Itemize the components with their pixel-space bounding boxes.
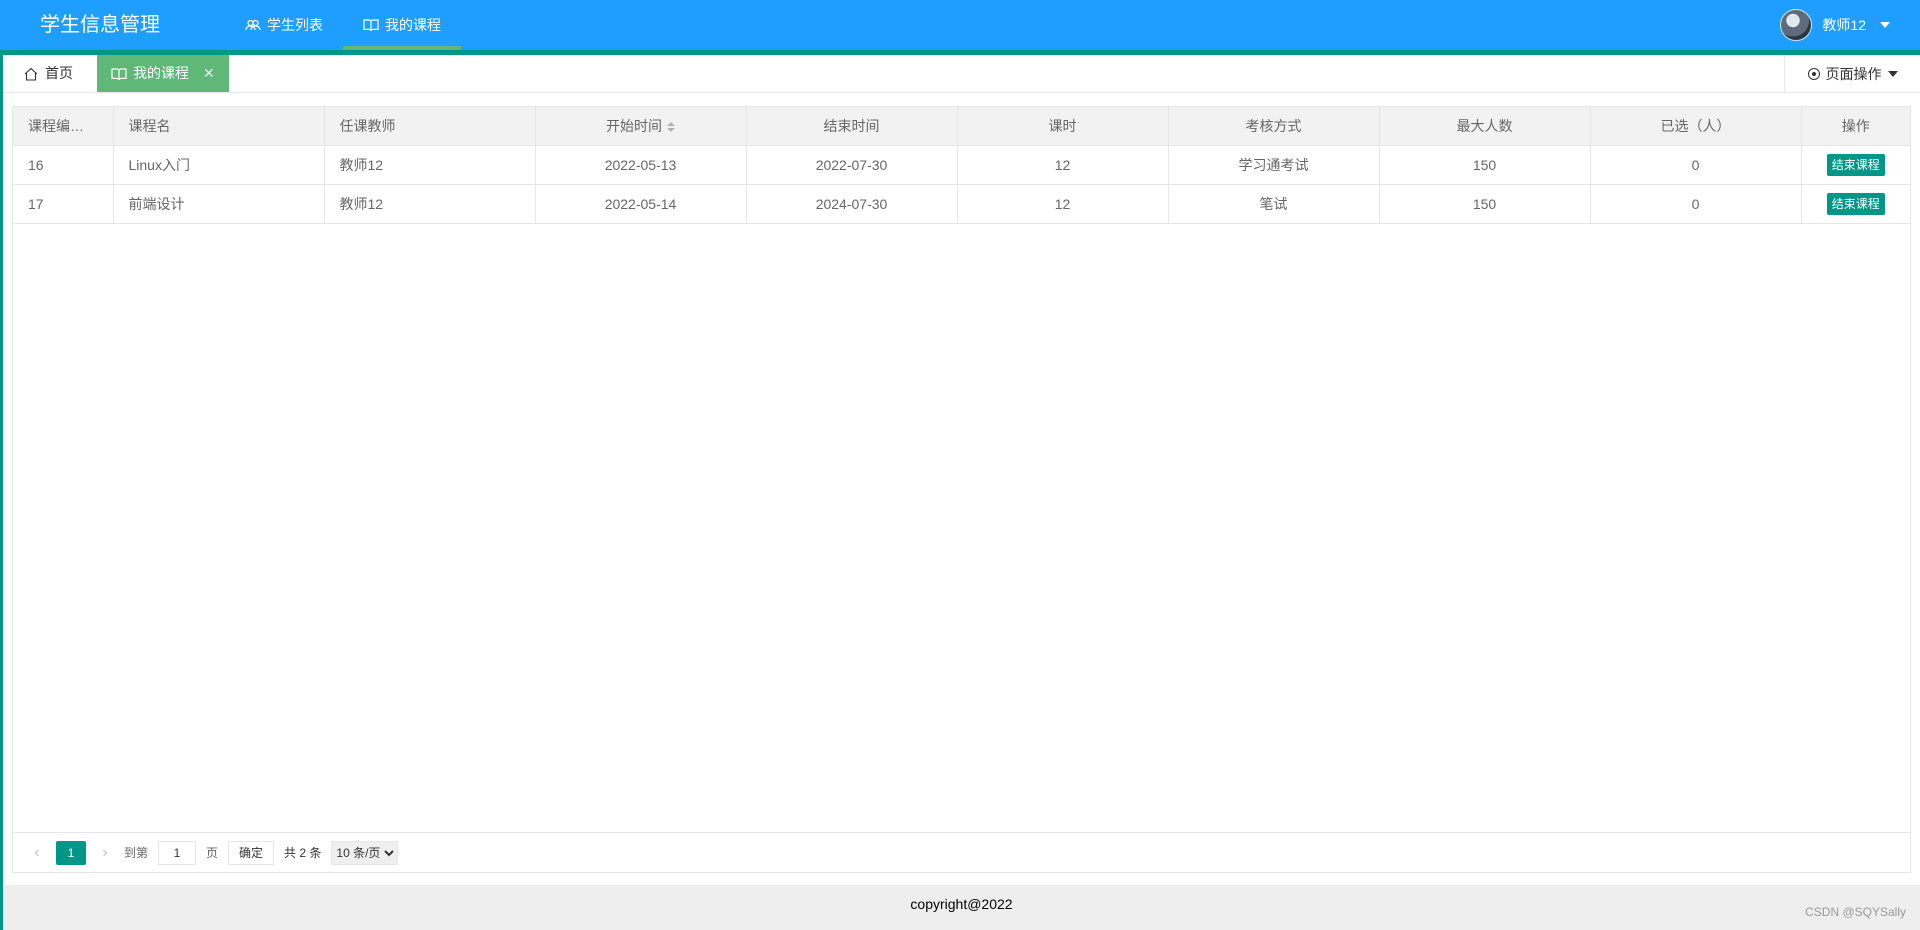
tab-home[interactable]: 首页 [3, 55, 93, 92]
page-unit-label: 页 [206, 846, 219, 860]
course-table: 课程编号... 课程名 任课教师 开始时间 结束时间 课时 考核方式 最大人数 … [13, 107, 1910, 224]
cell-exam: 学习通考试 [1168, 145, 1380, 185]
column-header-start[interactable]: 开始时间 [535, 107, 747, 146]
chevron-down-icon [1887, 70, 1898, 77]
total-count: 共 2 条 [284, 846, 322, 860]
cell-start: 2022-05-13 [535, 145, 747, 185]
chevron-down-icon [1880, 22, 1890, 28]
goto-label: 到第 [124, 846, 149, 860]
book-icon [363, 19, 379, 32]
tab-bar: 首页 我的课程 ✕ 页面操作 [3, 55, 1920, 93]
app-logo: 学生信息管理 [40, 14, 160, 36]
left-accent-strip [0, 55, 3, 930]
cell-name: Linux入门 [113, 145, 325, 185]
avatar [1780, 9, 1813, 41]
column-header-max: 最大人数 [1379, 107, 1591, 146]
user-name: 教师12 [1822, 17, 1866, 33]
cell-start: 2022-05-14 [535, 184, 747, 224]
page-operations-label: 页面操作 [1825, 65, 1882, 82]
cell-max: 150 [1379, 145, 1591, 185]
current-page[interactable]: 1 [56, 840, 86, 865]
tab-my-courses[interactable]: 我的课程 ✕ [97, 55, 229, 92]
copyright: copyright@2022 [910, 896, 1013, 912]
users-icon [245, 19, 261, 31]
sort-icon[interactable] [100, 122, 109, 133]
prev-page-icon[interactable]: ‹ [28, 844, 46, 862]
cell-action: 结束课程 [1801, 145, 1910, 185]
top-header: 学生信息管理 学生列表 我的课程 教师12 [0, 0, 1920, 50]
column-header-exam: 考核方式 [1168, 107, 1380, 146]
column-header-action: 操作 [1801, 107, 1910, 146]
table-header-row: 课程编号... 课程名 任课教师 开始时间 结束时间 课时 考核方式 最大人数 … [13, 107, 1910, 146]
column-header-id-label: 课程编号... [28, 118, 96, 134]
course-table-container: 课程编号... 课程名 任课教师 开始时间 结束时间 课时 考核方式 最大人数 … [12, 106, 1911, 873]
cell-selected: 0 [1590, 184, 1802, 224]
tab-my-courses-label: 我的课程 [133, 65, 189, 81]
nav-my-courses[interactable]: 我的课程 [343, 0, 461, 50]
cell-name: 前端设计 [113, 184, 325, 224]
watermark: CSDN @SQYSally [1805, 905, 1906, 919]
cell-teacher: 教师12 [324, 145, 536, 185]
home-icon [24, 67, 38, 81]
column-header-hours: 课时 [957, 107, 1169, 146]
top-nav: 学生列表 我的课程 [225, 0, 461, 50]
pagination: ‹ 1 › 到第 页 确定 共 2 条 10 条/页 [13, 832, 1910, 872]
cell-end: 2022-07-30 [746, 145, 958, 185]
column-header-end: 结束时间 [746, 107, 958, 146]
column-header-selected: 已选（人） [1590, 107, 1802, 146]
column-header-name: 课程名 [113, 107, 325, 146]
cell-end: 2024-07-30 [746, 184, 958, 224]
confirm-button[interactable]: 确定 [228, 840, 275, 865]
nav-my-courses-label: 我的课程 [385, 17, 441, 33]
column-header-start-label: 开始时间 [606, 118, 662, 134]
footer: copyright@2022 [3, 885, 1920, 930]
table-row: 16 Linux入门 教师12 2022-05-13 2022-07-30 12… [13, 145, 1910, 185]
tab-home-label: 首页 [45, 65, 73, 81]
cell-exam: 笔试 [1168, 184, 1380, 224]
nav-student-list[interactable]: 学生列表 [225, 0, 343, 50]
goto-page-input[interactable] [158, 840, 197, 865]
page-size-select[interactable]: 10 条/页 [331, 840, 399, 865]
column-header-teacher: 任课教师 [324, 107, 536, 146]
cell-teacher: 教师12 [324, 184, 536, 224]
user-menu[interactable]: 教师12 [1780, 0, 1890, 50]
cell-max: 150 [1379, 184, 1591, 224]
end-course-button[interactable]: 结束课程 [1826, 193, 1885, 215]
nav-student-list-label: 学生列表 [267, 17, 323, 33]
page-operations-button[interactable]: 页面操作 [1784, 55, 1920, 92]
column-header-id[interactable]: 课程编号... [13, 107, 114, 146]
next-page-icon[interactable]: › [96, 844, 114, 862]
table-row: 17 前端设计 教师12 2022-05-14 2024-07-30 12 笔试… [13, 184, 1910, 224]
target-icon [1807, 67, 1820, 80]
cell-id: 17 [13, 184, 114, 224]
cell-action: 结束课程 [1801, 184, 1910, 224]
cell-hours: 12 [957, 145, 1169, 185]
cell-hours: 12 [957, 184, 1169, 224]
close-icon[interactable]: ✕ [203, 55, 215, 92]
end-course-button[interactable]: 结束课程 [1826, 154, 1885, 176]
sort-icon[interactable] [667, 122, 675, 133]
book-icon [111, 67, 127, 80]
cell-id: 16 [13, 145, 114, 185]
cell-selected: 0 [1590, 145, 1802, 185]
